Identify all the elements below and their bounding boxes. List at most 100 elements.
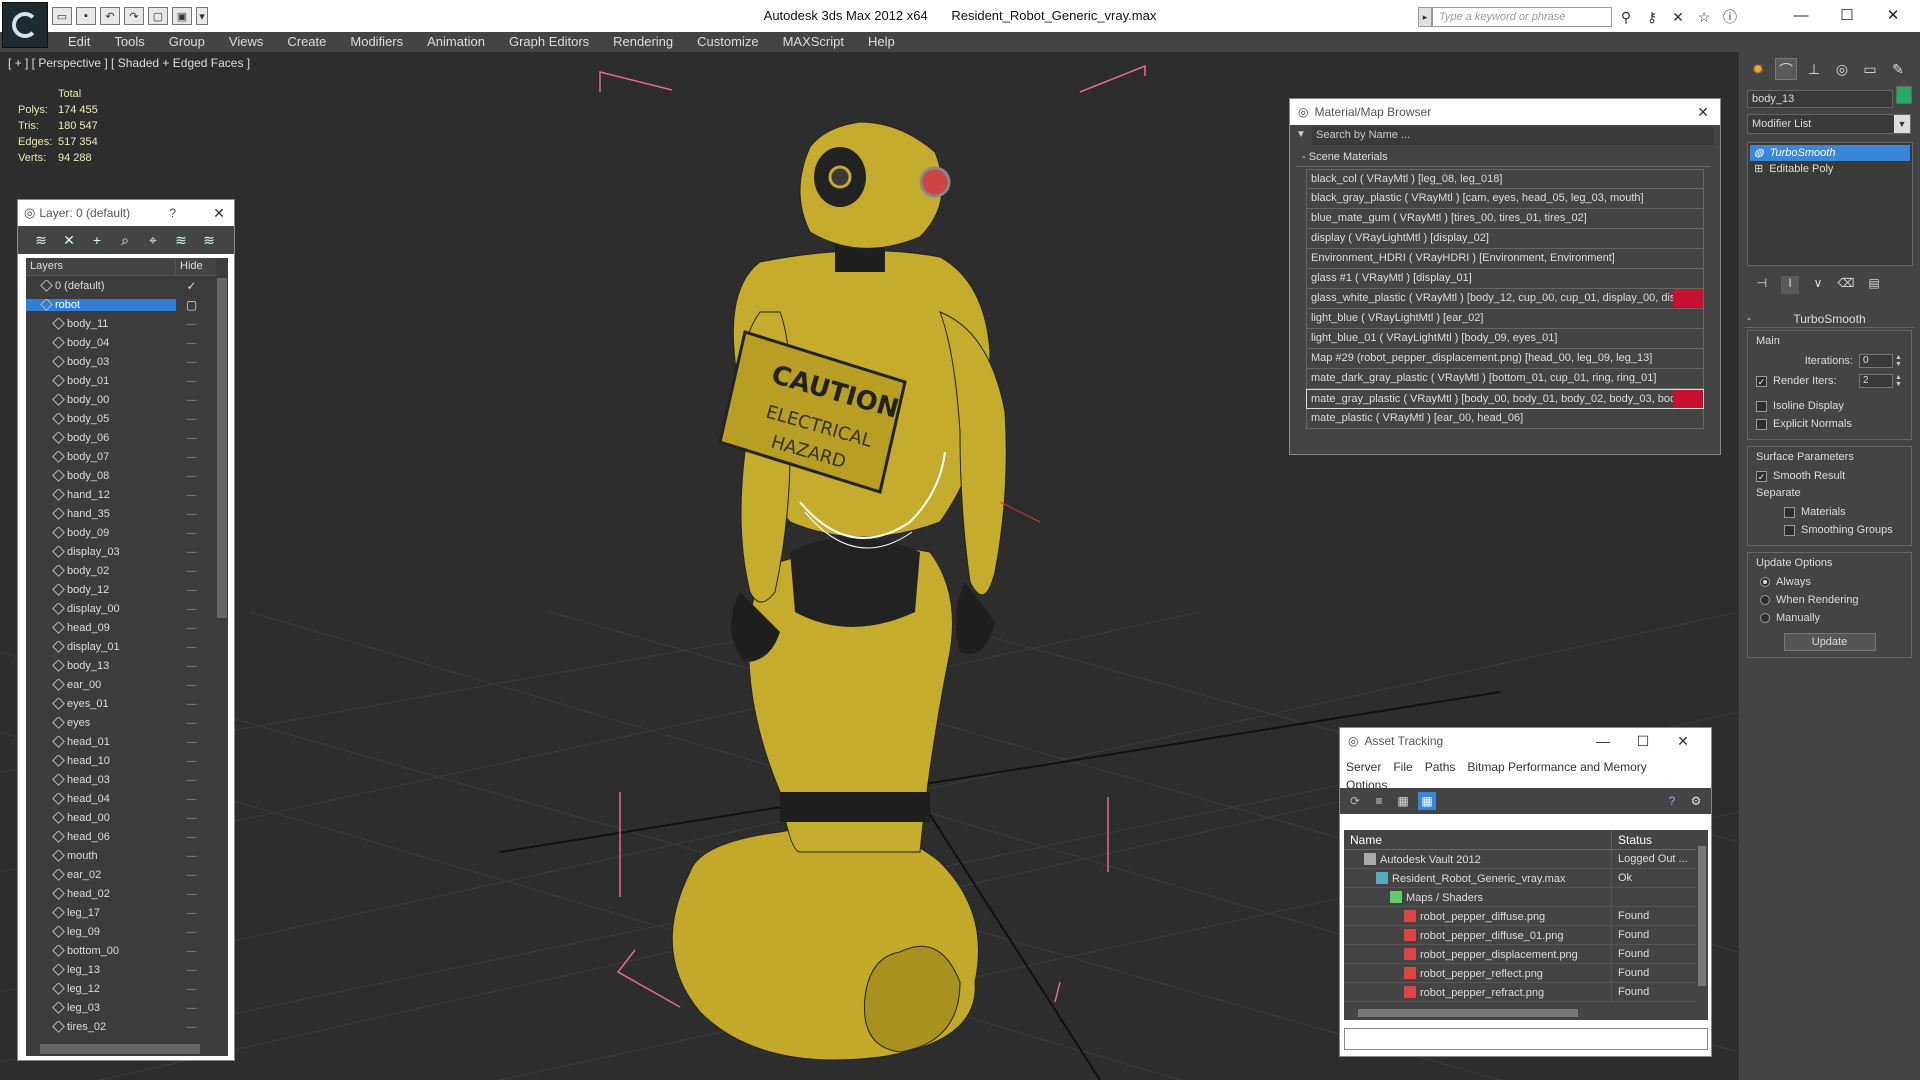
hide-toggle[interactable]: -----: [176, 585, 206, 595]
menu-customize[interactable]: Customize: [685, 32, 770, 52]
grid-view-icon[interactable]: ▦: [1418, 792, 1436, 810]
lightbulb-icon[interactable]: ◍: [1754, 147, 1764, 159]
app-logo-icon[interactable]: [2, 2, 48, 48]
list-view-icon[interactable]: ≡: [1370, 792, 1388, 810]
menu-group[interactable]: Group: [157, 32, 217, 52]
hide-toggle[interactable]: -----: [176, 756, 206, 766]
material-item[interactable]: black_col ( VRayMtl ) [leg_08, leg_018]: [1306, 169, 1704, 189]
display-tab-icon[interactable]: ▭: [1859, 58, 1881, 80]
hide-toggle[interactable]: -----: [176, 604, 206, 614]
remove-modifier-icon[interactable]: ⌫: [1837, 276, 1855, 294]
layer-name-cell[interactable]: tires_02: [26, 1020, 176, 1033]
layer-row[interactable]: body_04 -----: [26, 333, 216, 352]
hide-toggle[interactable]: -----: [176, 813, 206, 823]
layer-row[interactable]: leg_17 -----: [26, 903, 216, 922]
always-radio[interactable]: [1760, 577, 1770, 587]
layer-name-cell[interactable]: body_03: [26, 355, 176, 368]
maximize-button[interactable]: ☐: [1824, 4, 1870, 28]
hide-toggle[interactable]: -----: [176, 680, 206, 690]
material-item[interactable]: blue_mate_gum ( VRayMtl ) [tires_00, tir…: [1306, 209, 1704, 229]
layer-name-cell[interactable]: head_03: [26, 773, 176, 786]
layer-row[interactable]: head_10 -----: [26, 751, 216, 770]
utilities-tab-icon[interactable]: ✎: [1887, 58, 1909, 80]
expand-plus-icon[interactable]: ⊞: [1754, 163, 1763, 175]
layer-row[interactable]: body_08 -----: [26, 466, 216, 485]
material-item[interactable]: light_blue_01 ( VRayLightMtl ) [body_09,…: [1306, 329, 1704, 349]
layer-horizontal-scrollbar[interactable]: [26, 1042, 228, 1056]
layer-row[interactable]: bottom_00 -----: [26, 941, 216, 960]
layer-row[interactable]: body_00 -----: [26, 390, 216, 409]
spinner-arrows-icon[interactable]: ▲ ▼: [1895, 374, 1903, 388]
layer-name-cell[interactable]: head_06: [26, 830, 176, 843]
hide-toggle[interactable]: -----: [176, 490, 206, 500]
render-iters-checkbox[interactable]: ✓: [1756, 375, 1767, 387]
layer-row[interactable]: head_01 -----: [26, 732, 216, 751]
layer-name-cell[interactable]: body_13: [26, 659, 176, 672]
asset-row[interactable]: Maps / Shaders: [1344, 888, 1696, 907]
object-name-field[interactable]: body_13: [1747, 90, 1893, 108]
asset-menu-bitmap[interactable]: Bitmap Performance and Memory: [1467, 758, 1646, 776]
layer-name-cell[interactable]: head_10: [26, 754, 176, 767]
layer-row[interactable]: head_00 -----: [26, 808, 216, 827]
layer-row[interactable]: body_05 -----: [26, 409, 216, 428]
layer-name-cell[interactable]: body_01: [26, 374, 176, 387]
set-current-layer-icon[interactable]: ▢: [176, 298, 206, 312]
asset-menu-server[interactable]: Server: [1346, 758, 1381, 776]
search-input[interactable]: Type a keyword or phrase: [1432, 7, 1612, 27]
layer-name-cell[interactable]: display_00: [26, 602, 176, 615]
layer-name-cell[interactable]: head_02: [26, 887, 176, 900]
layer-name-cell[interactable]: leg_17: [26, 906, 176, 919]
subscription-icon[interactable]: ✕: [1668, 7, 1688, 27]
help-icon[interactable]: ?: [1663, 792, 1681, 810]
hide-toggle[interactable]: -----: [176, 965, 206, 975]
close-button[interactable]: ✕: [1870, 4, 1916, 28]
layer-row[interactable]: 0 (default) ✓: [26, 276, 216, 295]
robot-model[interactable]: CAUTION ELECTRICAL HAZARD: [671, 121, 1041, 1061]
layer-row[interactable]: display_00 -----: [26, 599, 216, 618]
asset-row[interactable]: robot_pepper_displacement.png Found: [1344, 945, 1696, 964]
layer-name-cell[interactable]: body_02: [26, 564, 176, 577]
smoothing-groups-checkbox[interactable]: [1784, 524, 1795, 536]
material-item[interactable]: glass_white_plastic ( VRayMtl ) [body_12…: [1306, 289, 1704, 309]
menu-create[interactable]: Create: [275, 32, 338, 52]
key-icon[interactable]: ⚷: [1642, 7, 1662, 27]
hide-toggle[interactable]: -----: [176, 452, 206, 462]
layer-name-cell[interactable]: eyes: [26, 716, 176, 729]
layer-name-cell[interactable]: body_08: [26, 469, 176, 482]
hide-toggle[interactable]: -----: [176, 775, 206, 785]
hide-toggle[interactable]: -----: [176, 1003, 206, 1013]
layer-name-cell[interactable]: mouth: [26, 849, 176, 862]
hide-toggle[interactable]: -----: [176, 623, 206, 633]
asset-menu-file[interactable]: File: [1393, 758, 1412, 776]
manually-radio[interactable]: [1760, 613, 1770, 623]
layer-row[interactable]: leg_13 -----: [26, 960, 216, 979]
layer-row[interactable]: body_13 -----: [26, 656, 216, 675]
col-hide[interactable]: Hide: [176, 258, 206, 275]
menu-maxscript[interactable]: MAXScript: [771, 32, 856, 52]
menu-help[interactable]: Help: [856, 32, 907, 52]
hide-all-icon[interactable]: ≋: [170, 229, 192, 251]
hide-toggle[interactable]: -----: [176, 376, 206, 386]
hide-toggle[interactable]: -----: [176, 927, 206, 937]
hide-toggle[interactable]: -----: [176, 319, 206, 329]
hide-toggle[interactable]: -----: [176, 699, 206, 709]
render-iters-spinner[interactable]: 2: [1859, 374, 1893, 388]
asset-row[interactable]: robot_pepper_diffuse.png Found: [1344, 907, 1696, 926]
hide-toggle[interactable]: -----: [176, 870, 206, 880]
layer-row[interactable]: head_06 -----: [26, 827, 216, 846]
close-icon[interactable]: ✕: [1694, 104, 1712, 121]
hide-toggle[interactable]: -----: [176, 357, 206, 367]
add-to-layer-icon[interactable]: +: [86, 229, 108, 251]
asset-row[interactable]: robot_pepper_diffuse_01.png Found: [1344, 926, 1696, 945]
hide-toggle[interactable]: -----: [176, 547, 206, 557]
layer-name-cell[interactable]: body_12: [26, 583, 176, 596]
menu-graph-editors[interactable]: Graph Editors: [497, 32, 601, 52]
freeze-all-icon[interactable]: ≋: [198, 229, 220, 251]
menu-edit[interactable]: Edit: [56, 32, 102, 52]
layer-name-cell[interactable]: head_00: [26, 811, 176, 824]
material-item[interactable]: glass #1 ( VRayMtl ) [display_01]: [1306, 269, 1704, 289]
hide-toggle[interactable]: -----: [176, 851, 206, 861]
layer-row[interactable]: leg_12 -----: [26, 979, 216, 998]
layer-row[interactable]: head_04 -----: [26, 789, 216, 808]
asset-row[interactable]: Resident_Robot_Generic_vray.max Ok: [1344, 869, 1696, 888]
